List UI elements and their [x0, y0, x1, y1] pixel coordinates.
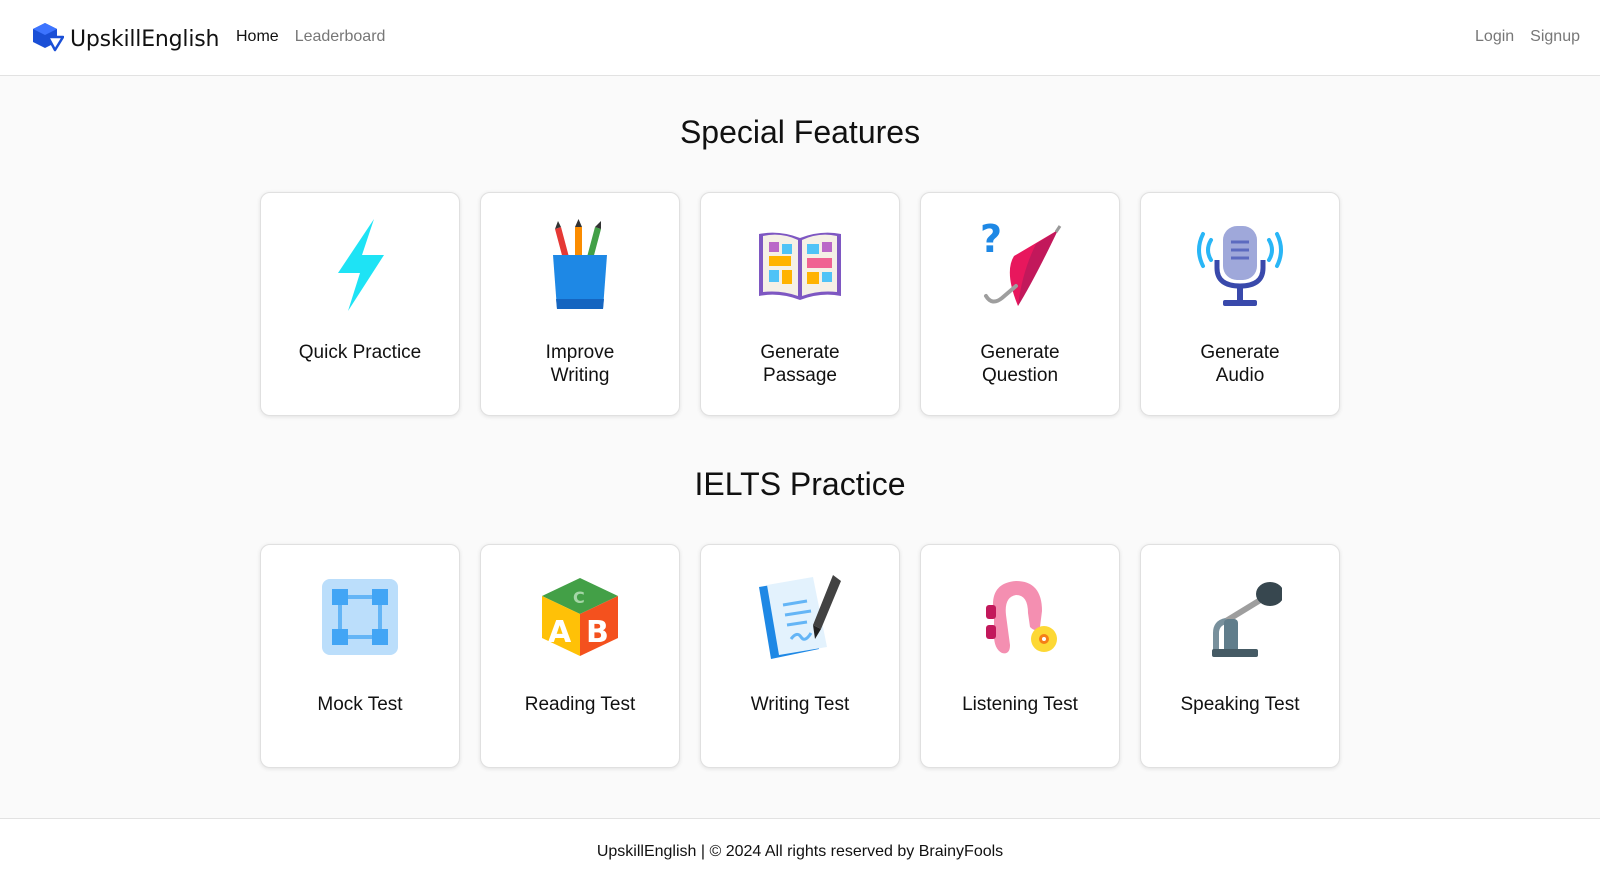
svg-text:A: A	[548, 615, 572, 650]
svg-text:B: B	[586, 615, 609, 650]
brand-logo-link[interactable]: UpskillEnglish	[30, 20, 219, 59]
open-book-icon	[750, 215, 850, 315]
card-label: Writing Test	[750, 694, 850, 715]
quick-practice-card[interactable]: Quick Practice	[260, 192, 460, 416]
ielts-practice-title: IELTS Practice	[694, 466, 906, 502]
svg-text:C: C	[573, 588, 585, 607]
mock-test-card[interactable]: Mock Test	[260, 544, 460, 768]
generate-audio-card[interactable]: Generate Audio	[1140, 192, 1340, 416]
improve-writing-card[interactable]: Improve Writing	[480, 192, 680, 416]
card-label: Generate Passage	[760, 342, 840, 386]
card-label: Generate Question	[980, 342, 1060, 386]
special-features-row: Quick Practice Improve Writing Generate …	[260, 192, 1340, 416]
grid-nodes-icon	[310, 567, 410, 667]
pencil-cup-icon	[530, 215, 630, 315]
brand-name: UpskillEnglish	[70, 27, 220, 52]
writing-test-card[interactable]: Writing Test	[700, 544, 900, 768]
card-label: Improve Writing	[545, 342, 615, 386]
speaking-test-card[interactable]: Speaking Test	[1140, 544, 1340, 768]
card-label: Mock Test	[317, 694, 403, 715]
signup-link[interactable]: Signup	[1530, 28, 1580, 46]
special-features-title: Special Features	[679, 114, 921, 150]
card-label: Generate Audio	[1200, 342, 1280, 386]
generate-passage-card[interactable]: Generate Passage	[700, 192, 900, 416]
abc-block-icon: C A B	[530, 567, 630, 667]
nav-home-link[interactable]: Home	[236, 28, 279, 46]
auth-nav: Login Signup	[1475, 28, 1580, 46]
card-label: Speaking Test	[1180, 694, 1300, 715]
generate-question-card[interactable]: ? Generate Question	[920, 192, 1120, 416]
hearing-aid-icon	[970, 567, 1070, 667]
lightning-icon	[310, 215, 410, 315]
page-footer: UpskillEnglish | © 2024 All rights reser…	[0, 818, 1600, 887]
login-link[interactable]: Login	[1475, 28, 1514, 46]
svg-text:?: ?	[980, 220, 1002, 261]
question-umbrella-icon: ?	[970, 215, 1070, 315]
notebook-pen-icon	[750, 567, 850, 667]
listening-test-card[interactable]: Listening Test	[920, 544, 1120, 768]
brand-logo-icon	[30, 20, 65, 59]
reading-test-card[interactable]: C A B Reading Test	[480, 544, 680, 768]
microphone-icon	[1190, 215, 1290, 315]
footer-copyright: UpskillEnglish | © 2024 All rights reser…	[596, 843, 1004, 860]
card-label: Quick Practice	[298, 342, 422, 363]
top-navbar: UpskillEnglish Home Leaderboard Login Si…	[0, 0, 1600, 76]
main-nav: Home Leaderboard	[236, 28, 385, 46]
desk-microphone-icon	[1190, 567, 1290, 667]
card-label: Reading Test	[524, 694, 636, 715]
card-label: Listening Test	[962, 694, 1078, 715]
ielts-practice-row: Mock Test C A B Reading Test Writing Tes…	[260, 544, 1340, 768]
nav-leaderboard-link[interactable]: Leaderboard	[295, 28, 386, 46]
